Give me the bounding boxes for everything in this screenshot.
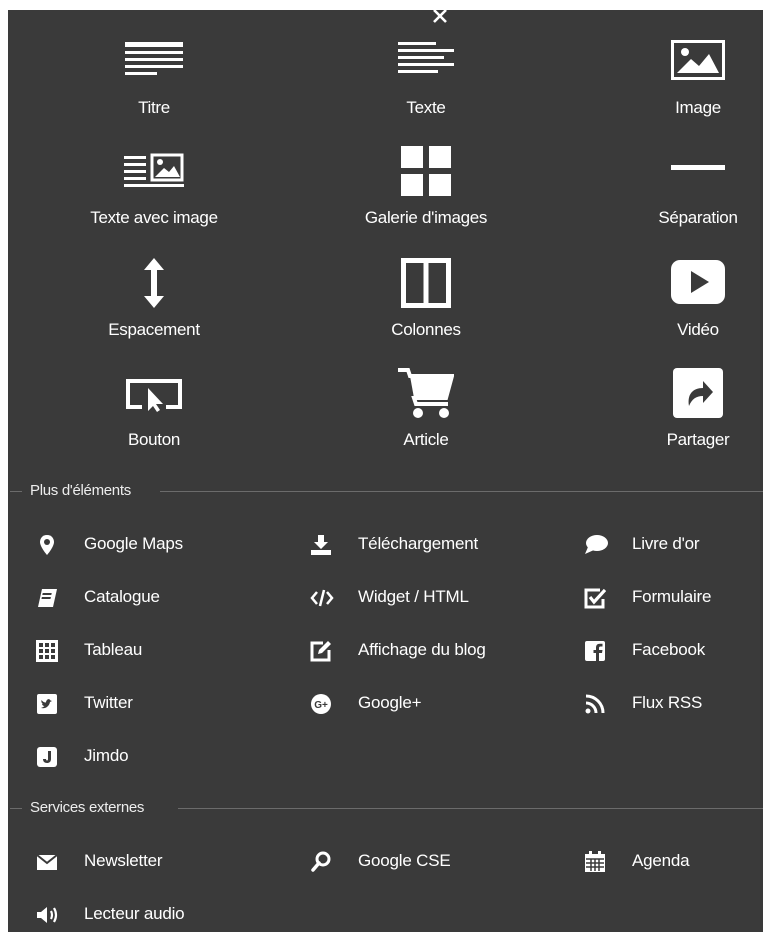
close-icon [433, 10, 447, 23]
spacing-icon [142, 256, 166, 310]
title-icon [125, 40, 183, 80]
item-label: Téléchargement [358, 534, 479, 553]
tile-texte-avec-image[interactable]: Texte avec image [54, 150, 254, 230]
tile-partager[interactable]: Partager [598, 368, 763, 450]
item-label: Formulaire [632, 587, 712, 606]
item-label: Newsletter [84, 851, 163, 870]
tile-label: Bouton [127, 430, 181, 449]
section-title-external-services: Services externes [30, 799, 145, 816]
item-label: Agenda [632, 851, 690, 870]
tile-separation[interactable]: Séparation [598, 150, 763, 230]
button-icon [126, 378, 182, 412]
item-label: Affichage du blog [358, 640, 486, 659]
item-google-plus[interactable]: G+ Google+ [310, 691, 540, 717]
tile-article[interactable]: Article [326, 368, 526, 450]
twitter-icon [36, 693, 58, 715]
item-affichage-blog[interactable]: Affichage du blog [310, 638, 550, 664]
speaker-icon [36, 904, 58, 926]
share-icon [673, 368, 723, 418]
item-label: Google+ [358, 693, 422, 712]
tile-colonnes[interactable]: Colonnes [326, 258, 526, 339]
item-jimdo[interactable]: Jimdo [36, 744, 266, 770]
tile-label: Article [403, 430, 449, 449]
close-button[interactable] [420, 10, 460, 28]
tile-label: Texte avec image [90, 208, 218, 227]
speech-bubble-icon [584, 534, 608, 556]
tile-label: Titre [138, 98, 170, 117]
item-label: Flux RSS [632, 693, 703, 712]
item-facebook[interactable]: Facebook [584, 638, 754, 664]
item-label: Twitter [84, 693, 133, 712]
item-agenda[interactable]: Agenda [584, 849, 754, 875]
tile-texte[interactable]: Texte [326, 40, 526, 120]
item-formulaire[interactable]: Formulaire [584, 585, 754, 611]
search-icon [310, 851, 332, 873]
image-icon [671, 40, 725, 80]
item-livre-dor[interactable]: Livre d'or [584, 532, 754, 558]
item-twitter[interactable]: Twitter [36, 691, 266, 717]
item-label: Catalogue [84, 587, 160, 606]
item-label: Google Maps [84, 534, 183, 553]
tile-galerie[interactable]: Galerie d'images [326, 146, 526, 230]
edit-icon [310, 640, 332, 662]
tile-label: Espacement [108, 320, 200, 339]
item-label: Google CSE [358, 851, 451, 870]
text-with-image-icon [124, 150, 184, 188]
section-divider [178, 808, 763, 809]
tile-image[interactable]: Image [598, 40, 763, 120]
gallery-icon [401, 146, 451, 196]
item-label: Lecteur audio [84, 904, 185, 923]
tile-label: Galerie d'images [364, 208, 488, 227]
cart-icon [398, 368, 454, 418]
tile-espacement[interactable]: Espacement [54, 256, 254, 339]
tile-label: Colonnes [391, 320, 461, 339]
tile-label: Vidéo [677, 320, 719, 339]
item-lecteur-audio[interactable]: Lecteur audio [36, 902, 266, 928]
tile-label: Séparation [658, 208, 738, 227]
add-element-panel: Titre Texte Image Texte avec image Galer… [8, 10, 763, 932]
section-divider [10, 491, 22, 492]
catalogue-icon [36, 587, 58, 609]
columns-icon [401, 258, 451, 308]
envelope-icon [36, 851, 58, 873]
tile-titre[interactable]: Titre [54, 40, 254, 120]
item-label: Livre d'or [632, 534, 700, 553]
text-icon [398, 40, 454, 80]
svg-text:G+: G+ [314, 700, 328, 711]
item-flux-rss[interactable]: Flux RSS [584, 691, 754, 717]
item-google-maps[interactable]: Google Maps [36, 532, 266, 558]
table-icon [36, 640, 58, 662]
separator-icon [671, 165, 725, 171]
facebook-icon [584, 640, 606, 662]
item-label: Facebook [632, 640, 706, 659]
tile-video[interactable]: Vidéo [598, 258, 763, 339]
tile-label: Partager [666, 430, 730, 449]
section-divider [160, 491, 763, 492]
item-widget-html[interactable]: Widget / HTML [310, 585, 540, 611]
item-label: Widget / HTML [358, 587, 469, 606]
rss-icon [584, 693, 606, 715]
jimdo-icon [36, 746, 58, 768]
form-checkbox-icon [584, 587, 606, 609]
calendar-icon [584, 851, 606, 873]
google-plus-icon: G+ [310, 693, 332, 715]
item-label: Jimdo [84, 746, 129, 765]
section-divider [10, 808, 22, 809]
map-pin-icon [36, 534, 58, 556]
code-icon [310, 587, 334, 609]
item-catalogue[interactable]: Catalogue [36, 585, 266, 611]
tile-label: Texte [406, 98, 446, 117]
item-tableau[interactable]: Tableau [36, 638, 266, 664]
video-icon [671, 260, 725, 304]
tile-bouton[interactable]: Bouton [54, 370, 254, 450]
download-icon [310, 534, 332, 556]
item-newsletter[interactable]: Newsletter [36, 849, 266, 875]
item-label: Tableau [84, 640, 143, 659]
section-title-more-elements: Plus d'éléments [30, 482, 131, 499]
tile-label: Image [675, 98, 721, 117]
item-telechargement[interactable]: Téléchargement [310, 532, 540, 558]
item-google-cse[interactable]: Google CSE [310, 849, 540, 875]
